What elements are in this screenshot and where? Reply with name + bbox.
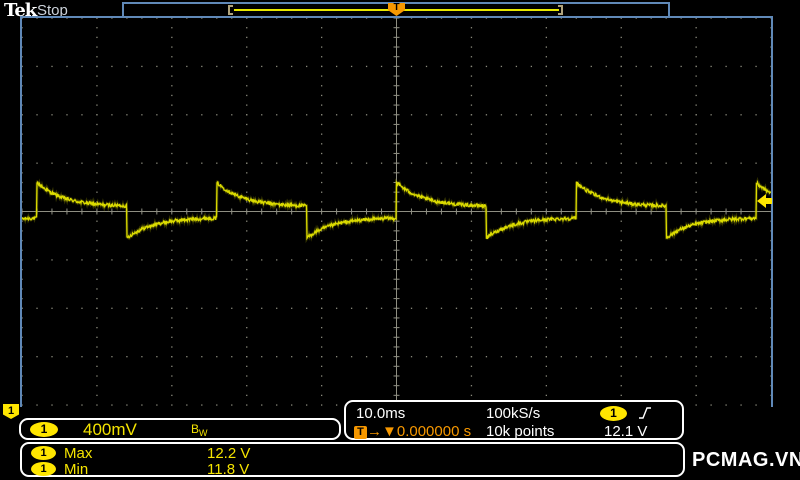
trigger-arrow-icon: → — [367, 423, 382, 440]
record-length-readout: 10k points — [486, 423, 555, 440]
horizontal-trigger-readout-box: 10.0ms 100kS/s 1 T →▼0.000000 s 10k point… — [344, 400, 684, 440]
rising-edge-slope-icon — [639, 407, 651, 419]
channel1-waveform-trace — [22, 176, 771, 244]
bandwidth-b: B — [191, 422, 200, 436]
measurement-name: Max — [64, 445, 93, 462]
channel1-badge: 1 — [30, 422, 58, 437]
acquisition-window-bracket-right — [558, 5, 563, 15]
channel1-badge: 1 — [31, 446, 56, 460]
oscilloscope-screen: Tek Stop T T 1 1 400mV BW 10.0ms 100kS/s… — [0, 0, 800, 480]
trigger-level-readout: 12.1 V — [604, 423, 648, 440]
channel1-position-marker[interactable]: 1 — [3, 404, 19, 419]
waveform-edge-arrow-icon — [757, 194, 772, 208]
graticule-display — [20, 16, 773, 407]
trigger-position-marker-icon[interactable]: T — [388, 3, 405, 16]
trigger-marker-icon: ▼ — [382, 423, 397, 440]
trigger-t-icon: T — [354, 426, 367, 439]
measurement-name: Min — [64, 461, 89, 478]
measurement-value: 12.2 V — [207, 445, 251, 462]
channel1-scale: 400mV — [83, 420, 137, 439]
trigger-position-value: 0.000000 s — [396, 423, 472, 440]
bandwidth-limit-icon: BW — [191, 422, 208, 438]
measurement-value: 11.8 V — [207, 461, 250, 478]
measurement-row-min: 1 Min 11.8 V — [22, 461, 683, 478]
timebase-readout: 10.0ms — [356, 405, 406, 422]
channel1-readout-box: 1 400mV BW — [19, 418, 341, 440]
measurements-box: 1 Max 12.2 V 1 Min 11.8 V — [20, 442, 685, 478]
bandwidth-w: W — [199, 428, 208, 438]
acquisition-record-bar: T — [122, 2, 670, 16]
pcmag-watermark: PCMAG.VN — [692, 449, 800, 471]
sample-rate-readout: 100kS/s — [486, 405, 541, 422]
trigger-position-readout: T →▼0.000000 s — [354, 423, 471, 440]
acquisition-window-bracket-left — [228, 5, 233, 15]
measurement-row-max: 1 Max 12.2 V — [22, 445, 683, 462]
channel1-badge: 1 — [31, 462, 56, 476]
trigger-source-badge: 1 — [600, 406, 627, 421]
